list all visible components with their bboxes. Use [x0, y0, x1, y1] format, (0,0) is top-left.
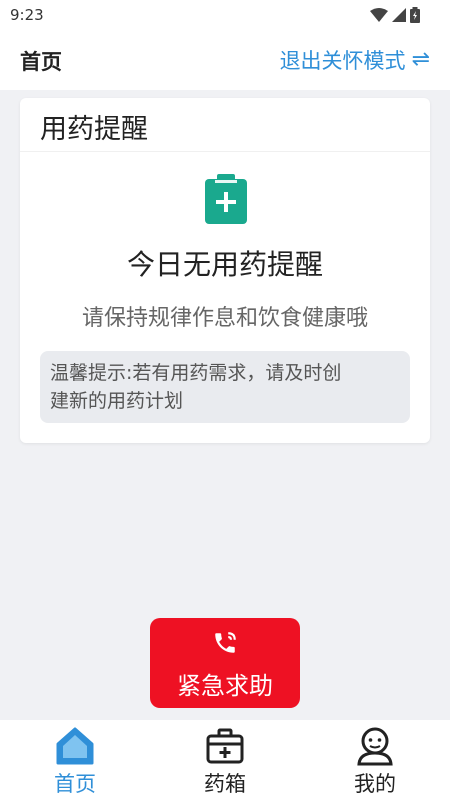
- medication-reminder-card: 用药提醒 今日无用药提醒 请保持规律作息和饮食健康哦 温馨提示:若有用药需求，请…: [20, 98, 430, 443]
- card-header: 用药提醒: [20, 98, 430, 152]
- tip-text-line1: 温馨提示:若有用药需求，请及时创: [50, 362, 342, 384]
- medicine-box-icon: [206, 728, 244, 764]
- page-title: 首页: [20, 50, 62, 74]
- profile-icon: [357, 727, 393, 766]
- exit-care-mode-button[interactable]: 退出关怀模式 ⇌: [280, 45, 430, 75]
- swap-icon: ⇌: [411, 47, 430, 72]
- nav-item-medicine-box[interactable]: 药箱: [150, 720, 300, 800]
- emergency-help-button[interactable]: 紧急求助: [150, 618, 300, 708]
- status-time: 9:23: [10, 6, 44, 24]
- nav-label-profile: 我的: [354, 772, 396, 796]
- empty-state-title: 今日无用药提醒: [126, 248, 323, 281]
- wifi-icon: [370, 8, 388, 22]
- exit-care-mode-label: 退出关怀模式: [279, 49, 406, 73]
- app-bar: 首页 退出关怀模式 ⇌: [0, 32, 450, 90]
- card-title: 用药提醒: [40, 114, 148, 145]
- tip-text-line2: 建新的用药计划: [50, 390, 184, 412]
- phone-icon: [215, 632, 236, 653]
- tip-box: 温馨提示:若有用药需求，请及时创 建新的用药计划: [40, 351, 410, 423]
- nav-item-profile[interactable]: 我的: [300, 720, 450, 800]
- empty-state-subtitle: 请保持规律作息和饮食健康哦: [81, 306, 368, 331]
- bottom-nav: 首页 药箱 我的: [0, 720, 450, 800]
- nav-item-home[interactable]: 首页: [0, 720, 150, 800]
- nav-label-home: 首页: [54, 772, 96, 796]
- emergency-help-label: 紧急求助: [177, 672, 273, 700]
- nav-label-medicine-box: 药箱: [204, 772, 246, 796]
- status-icons: [370, 7, 420, 23]
- home-icon: [56, 727, 94, 765]
- status-bar: 9:23: [0, 0, 450, 32]
- battery-icon: [410, 7, 420, 23]
- signal-icon: [392, 8, 406, 22]
- clipboard-plus-icon: [205, 174, 247, 224]
